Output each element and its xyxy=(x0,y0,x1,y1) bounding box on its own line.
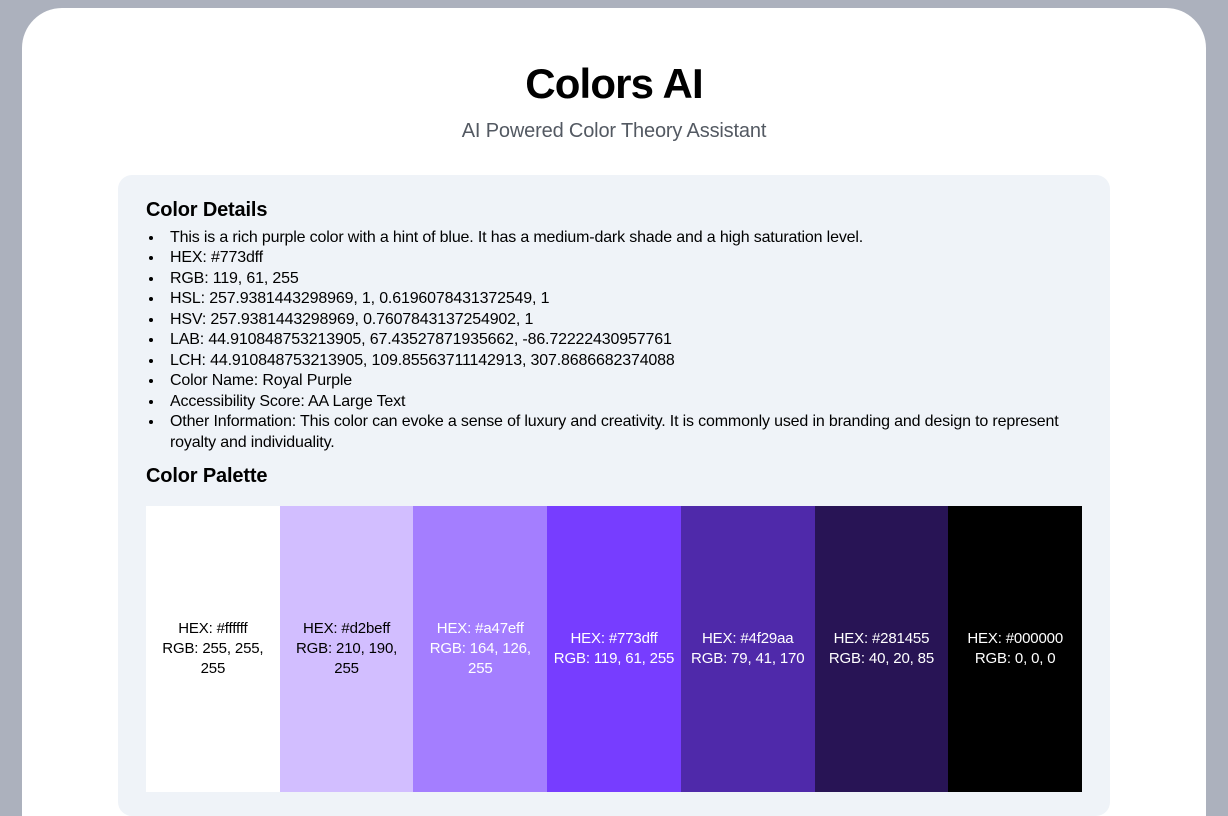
swatch-rgb-label: RGB: 164, 126, 255 xyxy=(419,639,541,680)
swatch-hex-label: HEX: #ffffff xyxy=(178,619,247,639)
swatch-rgb-label: RGB: 119, 61, 255 xyxy=(554,649,674,669)
swatch-rgb-label: RGB: 40, 20, 85 xyxy=(829,649,934,669)
swatch-hex-label: HEX: #773dff xyxy=(570,629,657,649)
color-details-list: This is a rich purple color with a hint … xyxy=(146,228,1082,453)
color-details-heading: Color Details xyxy=(146,199,1082,222)
color-details-item: LCH: 44.910848753213905, 109.85563711142… xyxy=(164,351,1082,371)
palette-swatch[interactable]: HEX: #773dffRGB: 119, 61, 255 xyxy=(547,506,681,792)
swatch-hex-label: HEX: #000000 xyxy=(967,629,1063,649)
palette-swatch[interactable]: HEX: #281455RGB: 40, 20, 85 xyxy=(815,506,949,792)
color-details-item: LAB: 44.910848753213905, 67.435278719356… xyxy=(164,330,1082,350)
page-title: Colors AI xyxy=(118,60,1110,108)
palette-swatch[interactable]: HEX: #ffffffRGB: 255, 255, 255 xyxy=(146,506,280,792)
palette-swatch[interactable]: HEX: #4f29aaRGB: 79, 41, 170 xyxy=(681,506,815,792)
palette-swatch[interactable]: HEX: #d2beffRGB: 210, 190, 255 xyxy=(280,506,414,792)
palette-swatch[interactable]: HEX: #a47effRGB: 164, 126, 255 xyxy=(413,506,547,792)
color-details-item: HSL: 257.9381443298969, 1, 0.61960784313… xyxy=(164,289,1082,309)
swatch-rgb-label: RGB: 0, 0, 0 xyxy=(975,649,1056,669)
color-details-item: HEX: #773dff xyxy=(164,248,1082,268)
color-details-item: Other Information: This color can evoke … xyxy=(164,412,1082,453)
color-palette-row: HEX: #ffffffRGB: 255, 255, 255HEX: #d2be… xyxy=(118,506,1110,792)
swatch-rgb-label: RGB: 210, 190, 255 xyxy=(286,639,408,680)
color-details-item: RGB: 119, 61, 255 xyxy=(164,269,1082,289)
swatch-rgb-label: RGB: 79, 41, 170 xyxy=(691,649,804,669)
swatch-hex-label: HEX: #281455 xyxy=(834,629,930,649)
color-details-item: This is a rich purple color with a hint … xyxy=(164,228,1082,248)
swatch-hex-label: HEX: #4f29aa xyxy=(702,629,793,649)
color-details-item: Accessibility Score: AA Large Text xyxy=(164,392,1082,412)
page-subtitle: AI Powered Color Theory Assistant xyxy=(118,120,1110,143)
color-panel: Color Details This is a rich purple colo… xyxy=(118,175,1110,816)
swatch-hex-label: HEX: #a47eff xyxy=(437,619,524,639)
app-card: Colors AI AI Powered Color Theory Assist… xyxy=(22,8,1206,816)
color-details-item: HSV: 257.9381443298969, 0.76078431372549… xyxy=(164,310,1082,330)
color-details-item: Color Name: Royal Purple xyxy=(164,371,1082,391)
color-palette-heading: Color Palette xyxy=(146,465,1082,488)
swatch-hex-label: HEX: #d2beff xyxy=(303,619,390,639)
swatch-rgb-label: RGB: 255, 255, 255 xyxy=(152,639,274,680)
palette-swatch[interactable]: HEX: #000000RGB: 0, 0, 0 xyxy=(948,506,1082,792)
